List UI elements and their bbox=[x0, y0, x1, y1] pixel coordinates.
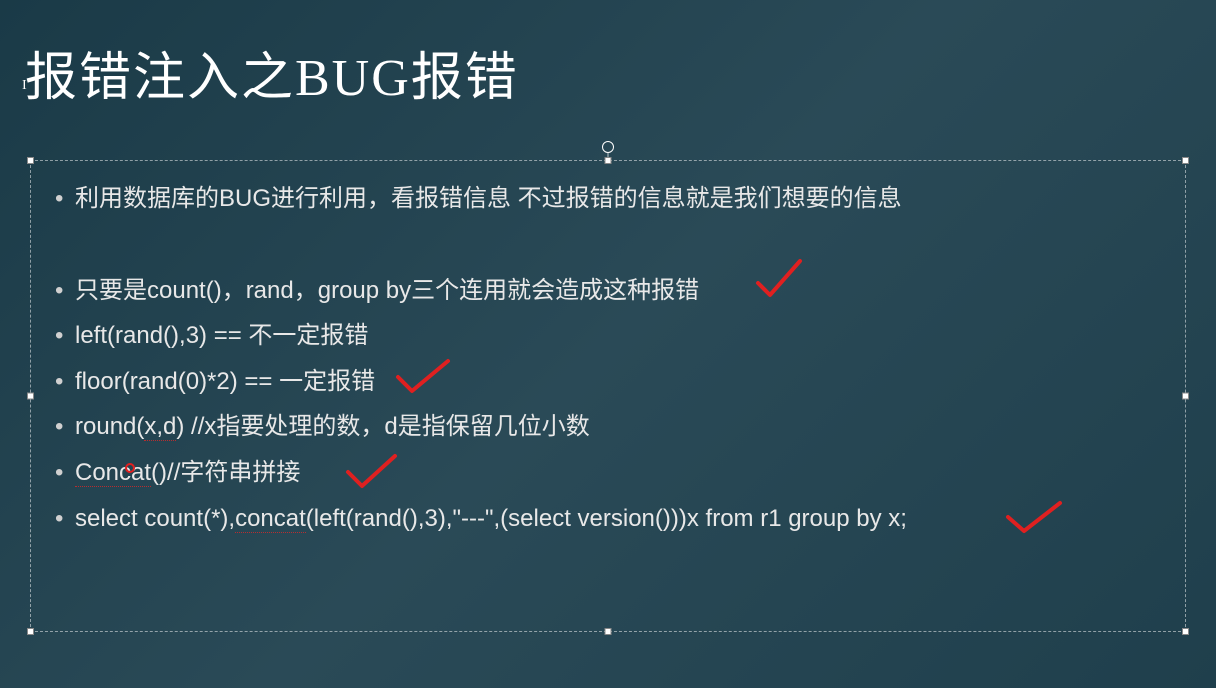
text-cursor-icon: I bbox=[22, 78, 27, 94]
list-item: round(x,d) //x指要处理的数，d是指保留几位小数 bbox=[51, 404, 1165, 450]
list-text-underlined: x,d bbox=[144, 413, 176, 441]
list-spacer bbox=[51, 222, 1165, 268]
list-text-underlined: Concat bbox=[75, 459, 151, 487]
list-item: floor(rand(0)*2) == 一定报错 bbox=[51, 359, 1165, 405]
list-text: 一定报错 bbox=[279, 368, 375, 395]
bullet-list: 利用数据库的BUG进行利用，看报错信息 不过报错的信息就是我们想要的信息 只要是… bbox=[51, 176, 1165, 541]
annotation-circle-icon bbox=[125, 463, 135, 473]
resize-handle-mr[interactable] bbox=[1182, 393, 1189, 400]
list-text: select count(*), bbox=[75, 505, 235, 532]
list-item: left(rand(),3) == 不一定报错 bbox=[51, 313, 1165, 359]
list-text: round( bbox=[75, 413, 144, 440]
list-item: select count(*),concat(left(rand(),3),"-… bbox=[51, 496, 1165, 542]
resize-handle-bl[interactable] bbox=[27, 628, 34, 635]
list-item: 利用数据库的BUG进行利用，看报错信息 不过报错的信息就是我们想要的信息 bbox=[51, 176, 1165, 222]
resize-handle-br[interactable] bbox=[1182, 628, 1189, 635]
resize-handle-tl[interactable] bbox=[27, 157, 34, 164]
list-text-underlined: concat bbox=[235, 505, 306, 533]
list-item: Concat()//字符串拼接 bbox=[51, 450, 1165, 496]
list-item: 只要是count()，rand，group by三个连用就会造成这种报错 bbox=[51, 268, 1165, 314]
resize-handle-tm[interactable] bbox=[605, 157, 612, 164]
resize-handle-ml[interactable] bbox=[27, 393, 34, 400]
slide-title: 报错注入之BUG报错 bbox=[0, 0, 1216, 110]
list-text: ) //x指要处理的数，d是指保留几位小数 bbox=[176, 413, 589, 440]
list-text: ()//字符串拼接 bbox=[151, 459, 300, 486]
resize-handle-bm[interactable] bbox=[605, 628, 612, 635]
list-text: left(rand(),3) == bbox=[75, 322, 248, 349]
list-text: 不一定报错 bbox=[248, 322, 368, 349]
list-text: floor( bbox=[75, 368, 130, 395]
list-text: (left(rand(),3),"---",(select version())… bbox=[306, 505, 907, 532]
rotate-handle-icon[interactable] bbox=[602, 141, 614, 153]
list-text: rand(0)*2) == bbox=[130, 368, 279, 395]
content-text-box[interactable]: 利用数据库的BUG进行利用，看报错信息 不过报错的信息就是我们想要的信息 只要是… bbox=[30, 160, 1186, 632]
resize-handle-tr[interactable] bbox=[1182, 157, 1189, 164]
